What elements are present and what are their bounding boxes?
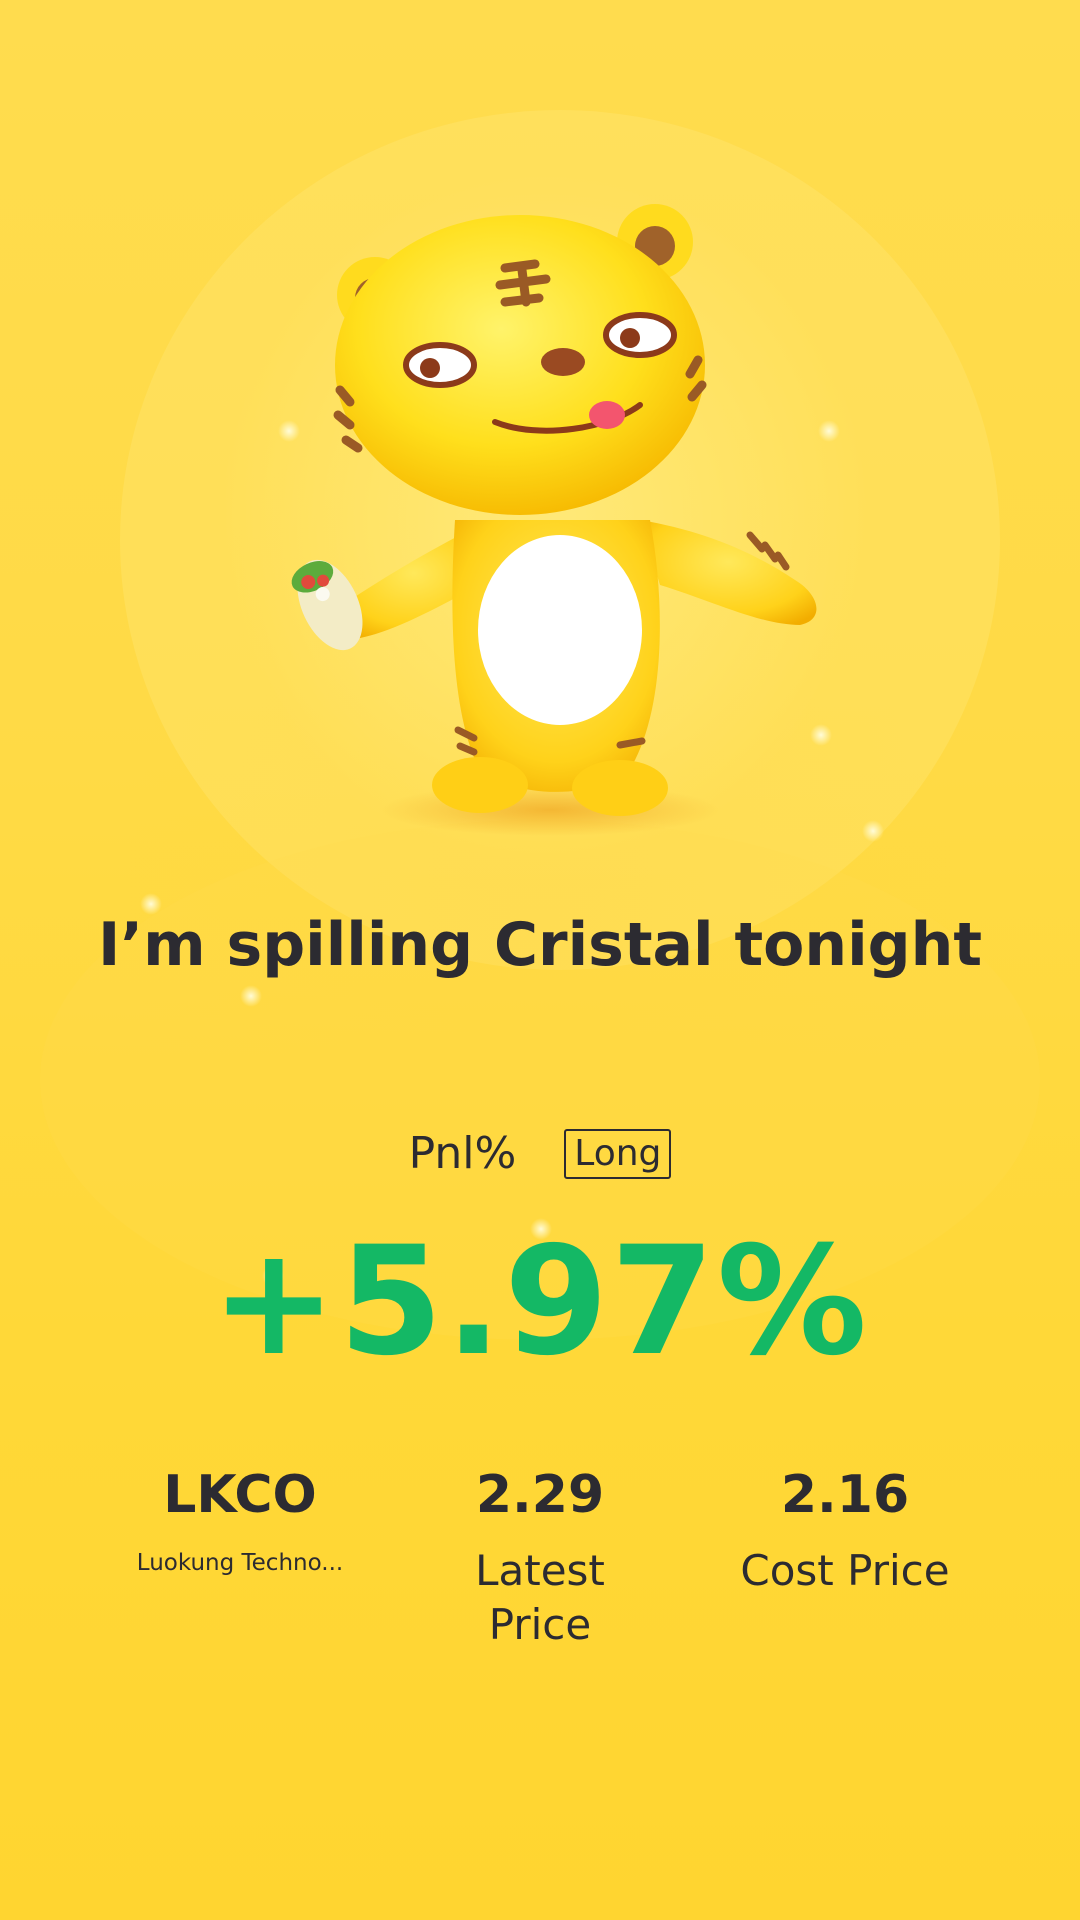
share-headline: I’m spilling Cristal tonight <box>97 910 983 980</box>
stock-symbol: LKCO <box>163 1465 317 1525</box>
share-card: I’m spilling Cristal tonight Pnl% Long +… <box>0 0 1080 1920</box>
pnl-header: Pnl% Long <box>0 1128 1080 1179</box>
pnl-percent-value: +5.97% <box>210 1215 870 1389</box>
sparkle-icon <box>240 985 262 1007</box>
cost-price-stat: 2.16 Cost Price <box>685 1460 1005 1598</box>
latest-price-value: 2.29 <box>475 1465 605 1525</box>
company-name: Luokung Techno... <box>136 1550 344 1576</box>
sparkle-icon <box>862 820 884 842</box>
cost-price-value: 2.16 <box>780 1465 910 1525</box>
symbol-stat: LKCO Luokung Techno... <box>80 1460 400 1578</box>
position-side-badge: Long <box>564 1128 672 1179</box>
latest-price-label: Latest Price <box>475 1546 605 1649</box>
pnl-label: Pnl% <box>408 1128 517 1179</box>
cost-price-label: Cost Price <box>740 1546 950 1595</box>
latest-price-stat: 2.29 Latest Price <box>380 1460 700 1652</box>
tiger-mascot-icon <box>291 204 817 836</box>
